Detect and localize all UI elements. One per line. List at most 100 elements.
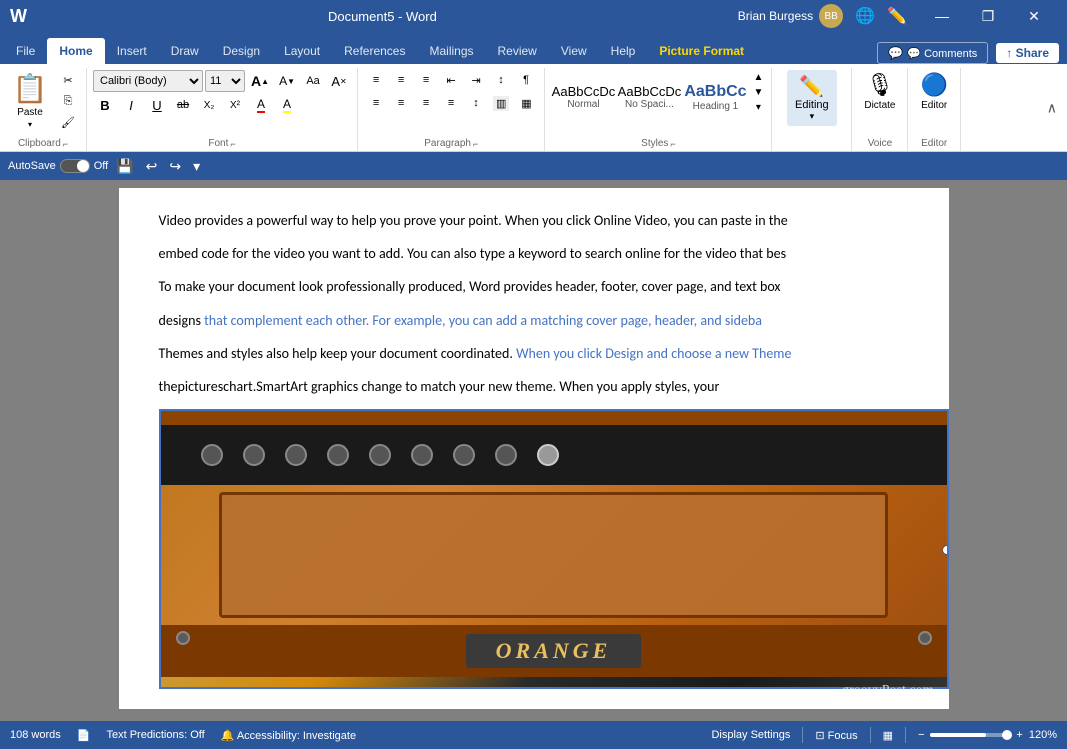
share-button[interactable]: ↑ Share: [996, 43, 1059, 63]
style-nospace-preview: AaBbCcDc: [618, 84, 682, 99]
editor-label: Editor: [914, 138, 953, 149]
bullets-icon: ≡: [373, 74, 379, 86]
paste-button[interactable]: 📋 Paste ▾: [6, 70, 54, 131]
microphone-icon: 🎙: [866, 72, 894, 98]
numbering-button[interactable]: ≡: [389, 70, 413, 90]
accessibility-checker[interactable]: 🔔 Accessibility: Investigate: [221, 729, 356, 742]
undo-button[interactable]: ↩: [142, 156, 162, 177]
highlight-color-button[interactable]: A: [275, 95, 299, 115]
minimize-button[interactable]: —: [919, 0, 965, 32]
font-color-button[interactable]: A: [249, 95, 273, 115]
styles-scroll-down[interactable]: ▼: [751, 85, 765, 100]
style-nospace-item[interactable]: AaBbCcDc No Spaci...: [617, 70, 681, 124]
display-settings[interactable]: Display Settings: [711, 729, 790, 741]
styles-scroll-up[interactable]: ▲: [751, 70, 765, 85]
tab-file[interactable]: File: [4, 38, 47, 64]
borders-button[interactable]: ▦: [514, 93, 538, 113]
restore-button[interactable]: ❐: [965, 0, 1011, 32]
align-left-icon: ≡: [373, 97, 379, 109]
editing-icon: ✏️: [799, 74, 824, 99]
font-expand-icon[interactable]: ⌐: [230, 139, 235, 149]
tab-layout[interactable]: Layout: [272, 38, 332, 64]
format-painter-button[interactable]: 🖌: [56, 112, 80, 132]
paragraph-2: embed code for the video you want to add…: [159, 241, 909, 266]
redo-icon: ↪: [169, 158, 181, 174]
underline-button[interactable]: U: [145, 95, 169, 115]
zoom-percent[interactable]: 120%: [1029, 729, 1057, 741]
tab-insert[interactable]: Insert: [105, 38, 159, 64]
status-bar: 108 words 📄 Text Predictions: Off 🔔 Acce…: [0, 721, 1067, 749]
editor-button[interactable]: 🔵 Editor: [914, 70, 953, 113]
more-commands-button[interactable]: ▾: [189, 156, 204, 177]
dictate-button[interactable]: 🎙 Dictate: [858, 70, 901, 113]
font-size-select[interactable]: 11: [205, 70, 245, 92]
styles-expand-icon[interactable]: ⌐: [670, 139, 675, 149]
clipboard-expand-icon[interactable]: ⌐: [63, 139, 68, 149]
zoom-out-button[interactable]: −: [918, 729, 924, 741]
cut-button[interactable]: ✂: [56, 70, 80, 90]
tab-home[interactable]: Home: [47, 38, 104, 64]
font-shrink-button[interactable]: A▼: [275, 71, 299, 91]
zoom-in-button[interactable]: +: [1016, 729, 1022, 741]
focus-mode[interactable]: ⊡ Focus: [815, 729, 857, 742]
italic-button[interactable]: I: [119, 95, 143, 115]
styles-content: AaBbCcDc Normal AaBbCcDc No Spaci... AaB…: [551, 70, 765, 136]
font-grow-icon: A: [251, 73, 261, 89]
justify-button[interactable]: ≡: [439, 93, 463, 113]
sort-button[interactable]: ↕: [489, 70, 513, 90]
styles-label: Styles ⌐: [551, 138, 765, 149]
style-heading1-item[interactable]: AaBbCc Heading 1: [683, 70, 747, 124]
save-button[interactable]: 💾: [112, 156, 137, 177]
autosave-toggle-track[interactable]: [60, 159, 90, 173]
decrease-indent-icon: ⇤: [446, 74, 455, 87]
increase-indent-button[interactable]: ⇥: [464, 70, 488, 90]
show-formatting-button[interactable]: ¶: [514, 70, 538, 90]
document-image[interactable]: ORANGE ⊞: [159, 409, 949, 689]
comments-button[interactable]: 💬 💬 Comments: [877, 42, 988, 64]
focus-icon: ⊡: [815, 730, 824, 742]
tab-picture-format[interactable]: Picture Format: [647, 38, 756, 64]
change-case-button[interactable]: Aa: [301, 71, 325, 91]
tab-view[interactable]: View: [549, 38, 599, 64]
paragraph-1: Video provides a powerful way to help yo…: [159, 208, 909, 233]
tab-references[interactable]: References: [332, 38, 417, 64]
align-left-button[interactable]: ≡: [364, 93, 388, 113]
redo-button[interactable]: ↪: [165, 156, 185, 177]
superscript-button[interactable]: X²: [223, 95, 247, 115]
multilevel-list-button[interactable]: ≡: [414, 70, 438, 90]
tab-design[interactable]: Design: [211, 38, 272, 64]
document-page[interactable]: Video provides a powerful way to help yo…: [119, 188, 949, 709]
zoom-thumb: [1002, 730, 1012, 740]
bullets-button[interactable]: ≡: [364, 70, 388, 90]
clear-formatting-button[interactable]: A✕: [327, 71, 351, 91]
styles-more[interactable]: ▾: [751, 100, 765, 115]
style-heading1-label: Heading 1: [693, 101, 739, 112]
paragraph-expand-icon[interactable]: ⌐: [473, 139, 478, 149]
amp-top-panel: [161, 425, 947, 485]
zoom-slider[interactable]: [930, 733, 1010, 737]
style-normal-item[interactable]: AaBbCcDc Normal: [551, 70, 615, 124]
font-grow-button[interactable]: A▲: [247, 71, 273, 91]
line-spacing-button[interactable]: ↕: [464, 93, 488, 113]
bold-button[interactable]: B: [93, 95, 117, 115]
decrease-indent-button[interactable]: ⇤: [439, 70, 463, 90]
tab-draw[interactable]: Draw: [159, 38, 211, 64]
align-right-button[interactable]: ≡: [414, 93, 438, 113]
tab-help[interactable]: Help: [599, 38, 648, 64]
ribbon: 📋 Paste ▾ ✂ ⎘ 🖌 Clipboard ⌐: [0, 64, 1067, 152]
tab-mailings[interactable]: Mailings: [417, 38, 485, 64]
editing-button[interactable]: ✏️ Editing ▾: [787, 70, 837, 126]
align-center-button[interactable]: ≡: [389, 93, 413, 113]
tab-review[interactable]: Review: [486, 38, 549, 64]
ribbon-collapse-icon[interactable]: ∧: [1047, 99, 1057, 116]
strikethrough-button[interactable]: ab: [171, 95, 195, 115]
font-name-select[interactable]: Calibri (Body): [93, 70, 203, 92]
copy-button[interactable]: ⎘: [56, 91, 80, 111]
close-button[interactable]: ✕: [1011, 0, 1057, 32]
subscript-button[interactable]: X₂: [197, 95, 221, 115]
bolt-2: [918, 631, 932, 645]
view-mode-icon: ▦: [883, 729, 893, 742]
shading-button[interactable]: ▥: [489, 93, 513, 113]
clipboard-content: 📋 Paste ▾ ✂ ⎘ 🖌: [6, 70, 80, 136]
editor-icon: 🔵: [920, 72, 947, 98]
